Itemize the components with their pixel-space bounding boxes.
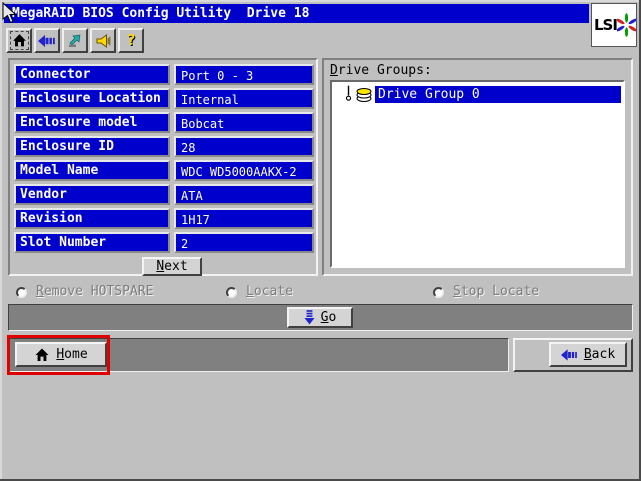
drive-groups-heading: Drive Groups: [330, 63, 432, 78]
drive-group-item[interactable]: Drive Group 0 [342, 85, 621, 103]
toolbar-exit-button[interactable] [62, 28, 88, 53]
radio-remove-hotspare-label: Remove HOTSPARE [36, 284, 153, 299]
toolbar-help-button[interactable]: ? [118, 28, 144, 53]
drive-info-value: Bobcat [174, 112, 314, 133]
drive-groups-listbox[interactable]: Drive Group 0 [330, 80, 625, 268]
drive-info-label: Enclosure ID [14, 136, 170, 157]
back-arrow-icon [38, 35, 56, 47]
go-button[interactable]: Go [287, 307, 353, 328]
drive-info-value: Internal [174, 88, 314, 109]
mouse-cursor [2, 2, 18, 24]
radio-locate[interactable] [226, 287, 237, 298]
drive-info-label: Connector [14, 64, 170, 85]
radio-locate-label: Locate [246, 284, 293, 299]
go-button-label: Go [321, 310, 337, 325]
radio-stop-locate-label: Stop Locate [453, 284, 539, 299]
drive-groups-panel: Drive Groups: Drive Group 0 [322, 58, 633, 276]
toolbar-back-button[interactable] [34, 28, 60, 53]
home-icon [11, 32, 28, 49]
radio-stop-locate[interactable] [433, 287, 444, 298]
toolbar-alarm-button[interactable] [90, 28, 116, 53]
exit-icon [67, 33, 83, 49]
next-button[interactable]: Next [142, 257, 202, 276]
home-button-label: Home [56, 347, 87, 362]
tree-connector-icon [342, 85, 355, 103]
lsi-pinwheel-icon [617, 5, 636, 45]
toolbar-home-button[interactable] [6, 28, 32, 53]
back-button[interactable]: Back [549, 342, 627, 367]
back-button-label: Back [584, 347, 615, 362]
drive-info-label: Model Name [14, 160, 170, 181]
down-arrow-icon [304, 310, 315, 325]
drive-info-value: Port 0 - 3 [174, 64, 314, 85]
drive-info-value: 2 [174, 232, 314, 253]
radio-remove-hotspare[interactable] [16, 287, 27, 298]
drive-info-value: WDC WD5000AAKX-2 [174, 160, 314, 181]
lsi-logo: LSI [591, 3, 637, 47]
alarm-icon [95, 33, 111, 49]
drive-info-value: 28 [174, 136, 314, 157]
drive-info-value: 1H17 [174, 208, 314, 229]
home-button[interactable]: Home [15, 342, 107, 367]
drive-info-label: Revision [14, 208, 170, 229]
back-arrow-icon [561, 349, 578, 361]
next-button-label: Next [156, 259, 187, 274]
drive-info-value: ATA [174, 184, 314, 205]
drive-info-panel: Connector Port 0 - 3 Enclosure Location … [8, 58, 318, 276]
help-icon: ? [126, 33, 135, 48]
home-icon [34, 347, 50, 363]
drive-group-disk-icon [355, 86, 373, 103]
drive-info-label: Vendor [14, 184, 170, 205]
lsi-logo-text: LSI [592, 16, 617, 34]
title-bar: MegaRAID BIOS Config Utility Drive 18 [4, 4, 589, 23]
drive-info-label: Enclosure model [14, 112, 170, 133]
drive-info-label: Slot Number [14, 232, 170, 253]
drive-info-label: Enclosure Location [14, 88, 170, 109]
drive-group-item-label: Drive Group 0 [375, 86, 621, 103]
